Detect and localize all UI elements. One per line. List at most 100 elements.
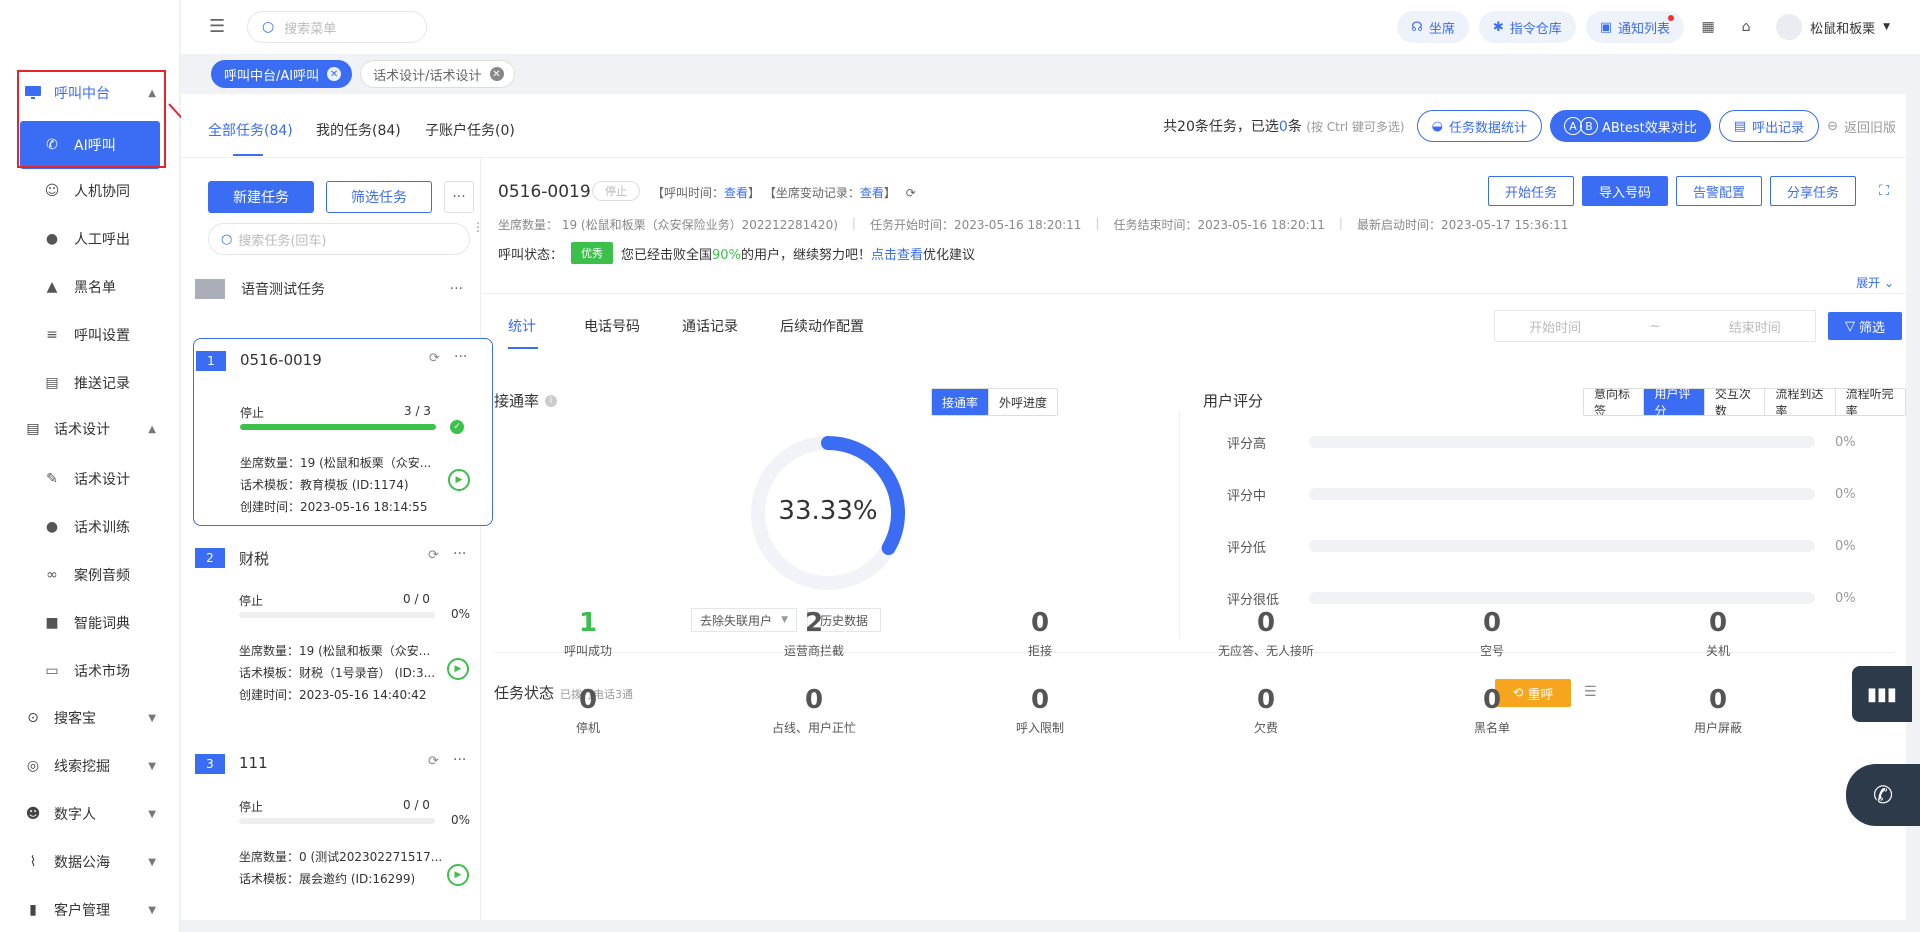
sidebar-item-call-settings[interactable]: ≡ 呼叫设置 — [0, 311, 180, 359]
abtest-compare-button[interactable]: AB ABtest效果对比 — [1549, 110, 1711, 142]
task-template: 话术模板：财税（1号录音） (ID:3... — [239, 666, 436, 680]
sidebar-item-push-records[interactable]: ▤ 推送记录 — [0, 359, 180, 407]
start-date-input[interactable]: 开始时间 — [1529, 317, 1581, 336]
sidebar-item-manual-call[interactable]: ● 人工呼出 — [0, 215, 180, 263]
sidebar: 呼叫中台 ▲ ✆ AI呼叫 ☺ 人机协同 ● 人工呼出 ▲ 黑名单 ≡ 呼叫设置… — [0, 0, 180, 932]
document-icon: ▤ — [45, 375, 59, 391]
filter-task-button[interactable]: 筛选任务 — [326, 181, 432, 213]
task-search-input[interactable]: ○ 搜索任务(回车) — [208, 223, 470, 255]
import-numbers-button[interactable]: 导入号码 — [1581, 176, 1668, 206]
selection-summary: 共20条任务，已选0条 (按 Ctrl 键可多选) — [1163, 119, 1405, 135]
connect-rate-toggle: 接通率 外呼进度 — [931, 388, 1059, 416]
share-task-button[interactable]: 分享任务 — [1769, 176, 1856, 206]
filter-button[interactable]: ▽ 筛选 — [1828, 312, 1902, 340]
task-card-selected[interactable]: 1 0516-0019 ⟳ ··· 停止 3 / 3 ✓ 坐席数量：19 (松鼠… — [193, 338, 493, 526]
refresh-icon[interactable]: ⟳ — [906, 186, 916, 200]
tab-all-tasks[interactable]: 全部任务(84) — [208, 120, 293, 140]
play-icon[interactable]: ▶ — [447, 658, 469, 680]
user-menu[interactable]: 松鼠和板栗 ▼ — [1776, 14, 1890, 40]
end-date-input[interactable]: 结束时间 — [1729, 317, 1781, 336]
task-card[interactable]: 3 111 ⟳ ··· 停止 0 / 0 0% 坐席数量：0 (测试202302… — [193, 742, 493, 920]
stat-label: 呼叫成功 — [563, 644, 612, 658]
close-icon[interactable]: ✕ — [489, 67, 504, 81]
sidebar-group-call-center[interactable]: 呼叫中台 ▲ — [0, 69, 180, 117]
sidebar-group-search-customer[interactable]: ⊙ 搜客宝 ▼ — [0, 694, 180, 742]
sidebar-group-label: 呼叫中台 — [54, 86, 110, 102]
seg-flow-reach-rate[interactable]: 流程到达率 — [1764, 389, 1835, 415]
back-old-version-link[interactable]: ⊖ 返回旧版 — [1827, 117, 1896, 136]
task-group-row[interactable]: 语音测试任务 ··· — [195, 274, 467, 304]
seg-connect-rate[interactable]: 接通率 — [932, 389, 989, 415]
tab-sub-account-tasks[interactable]: 子账户任务(0) — [425, 120, 515, 140]
check-icon: ✓ — [450, 420, 464, 434]
calendar-icon[interactable]: ▦ — [1694, 13, 1722, 41]
call-status: 呼叫状态： 优秀 您已经击败全国90%的用户，继续努力吧！点击查看优化建议 — [498, 242, 975, 264]
sidebar-group-data-sea[interactable]: ⌇ 数据公海 ▼ — [0, 838, 180, 886]
menu-collapse-icon[interactable]: ☰ — [209, 18, 227, 36]
score-bar — [1309, 592, 1815, 604]
sidebar-item-script-design[interactable]: ✎ 话术设计 — [0, 455, 180, 503]
close-icon[interactable]: ✕ — [327, 67, 342, 81]
user-score-title: 用户评分 — [1203, 392, 1264, 410]
expand-link[interactable]: 展开 ⌄ — [1856, 274, 1894, 291]
seg-interaction-count[interactable]: 交互次数 — [1703, 389, 1765, 415]
home-icon[interactable]: ⌂ — [1732, 13, 1760, 41]
start-task-button[interactable]: 开始任务 — [1487, 176, 1574, 206]
seg-flow-complete-rate[interactable]: 流程听完率 — [1834, 389, 1905, 415]
tag-ai-call[interactable]: 呼叫中台/AI呼叫 ✕ — [211, 60, 353, 88]
command-repo-button[interactable]: ✱ 指令仓库 — [1478, 11, 1576, 43]
call-float-icon[interactable]: ✆ — [1846, 764, 1920, 826]
bell-icon: ▣ — [1599, 19, 1613, 35]
view-suggestion-link[interactable]: 点击查看 — [871, 248, 923, 263]
chat-float-icon[interactable]: ▮▮▮ — [1852, 666, 1912, 722]
new-task-button[interactable]: 新建任务 — [208, 181, 314, 213]
sidebar-group-lead-mining[interactable]: ◎ 线索挖掘 ▼ — [0, 742, 180, 790]
task-stats-button[interactable]: ◒ 任务数据统计 — [1416, 110, 1542, 142]
seat-button[interactable]: ☊ 坐席 — [1397, 11, 1469, 43]
menu-search-input[interactable]: ○ 搜索菜单 — [247, 11, 427, 43]
view-call-time-link[interactable]: 查看 — [724, 186, 748, 200]
tab-call-records[interactable]: 通话记录 — [682, 316, 738, 336]
sidebar-item-blacklist[interactable]: ▲ 黑名单 — [0, 263, 180, 311]
warning-icon: ▲ — [46, 279, 58, 295]
alert-config-button[interactable]: 告警配置 — [1675, 176, 1762, 206]
task-progress-bar — [239, 818, 435, 824]
sidebar-item-human-machine[interactable]: ☺ 人机协同 — [0, 167, 180, 215]
sidebar-item-script-training[interactable]: ● 话术训练 — [0, 503, 180, 551]
task-card[interactable]: 2 财税 ⟳ ··· 停止 0 / 0 0% 坐席数量：19 (松鼠和板栗（众安… — [193, 536, 493, 724]
seg-outbound-progress[interactable]: 外呼进度 — [988, 389, 1058, 415]
more-icon[interactable]: ··· — [454, 349, 467, 365]
play-icon[interactable]: ▶ — [447, 864, 469, 886]
tab-phone-numbers[interactable]: 电话号码 — [584, 316, 640, 336]
tab-followup-config[interactable]: 后续动作配置 — [780, 316, 864, 336]
task-status: 停止 — [240, 406, 265, 420]
search-customer-icon: ⊙ — [27, 710, 39, 726]
notification-list-button[interactable]: ▣ 通知列表 — [1585, 11, 1685, 43]
sidebar-item-smart-dictionary[interactable]: ■ 智能词典 — [0, 599, 180, 647]
refresh-icon[interactable]: ⟳ — [428, 754, 439, 769]
sidebar-item-ai-call[interactable]: ✆ AI呼叫 — [20, 121, 160, 169]
tab-statistics[interactable]: 统计 — [508, 316, 536, 336]
sidebar-group-script-design[interactable]: ▤ 话术设计 ▲ — [0, 405, 180, 453]
refresh-icon[interactable]: ⟳ — [429, 351, 440, 366]
seg-intent-tag[interactable]: 意向标签 — [1584, 389, 1644, 415]
view-seat-change-link[interactable]: 查看 — [860, 186, 884, 200]
fullscreen-icon[interactable]: ⛶ — [1872, 179, 1896, 203]
more-options-button[interactable]: ··· — [444, 181, 474, 213]
status-stat: 2 运营商拦截 — [714, 608, 914, 659]
play-icon[interactable]: ▶ — [448, 469, 470, 491]
more-icon[interactable]: ··· — [453, 752, 466, 768]
seg-user-score[interactable]: 用户评分 — [1643, 389, 1704, 415]
sidebar-item-script-market[interactable]: ▭ 话术市场 — [0, 647, 180, 695]
tag-script-design[interactable]: 话术设计/话术设计 ✕ — [360, 60, 515, 88]
call-log-button[interactable]: ▤ 呼出记录 — [1718, 110, 1820, 142]
more-icon[interactable]: ··· — [453, 546, 466, 562]
refresh-icon[interactable]: ⟳ — [428, 548, 439, 563]
sidebar-group-customer-management[interactable]: ▮ 客户管理 ▼ — [0, 886, 180, 932]
sidebar-group-digital-human[interactable]: ☻ 数字人 ▼ — [0, 790, 180, 838]
date-range-picker[interactable]: 开始时间 ~ 结束时间 — [1494, 310, 1816, 342]
more-icon[interactable]: ··· — [450, 281, 463, 297]
info-icon[interactable]: i — [545, 394, 558, 407]
sidebar-item-case-audio[interactable]: ∞ 案例音频 — [0, 551, 180, 599]
tab-my-tasks[interactable]: 我的任务(84) — [316, 120, 401, 140]
